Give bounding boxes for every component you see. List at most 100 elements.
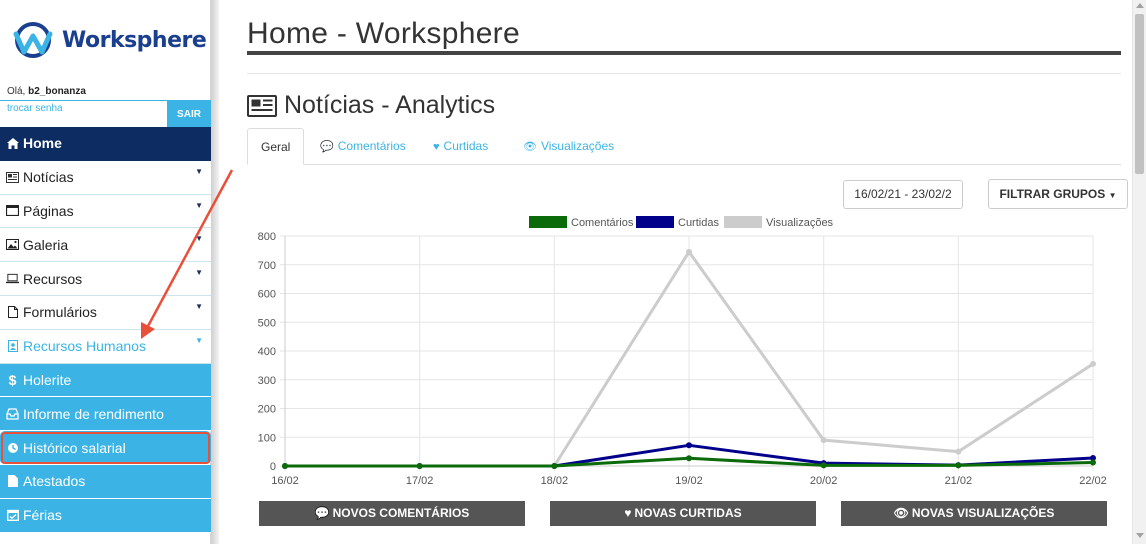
- scroll-down-arrow-icon[interactable]: [1136, 533, 1144, 538]
- sidebar-item-paginas[interactable]: Páginas ▼: [0, 194, 211, 229]
- data-point: [416, 463, 423, 469]
- legend-label: Comentários: [571, 217, 634, 229]
- x-tick-label: 20/02: [810, 475, 838, 487]
- sidebar-item-formularios[interactable]: Formulários ▼: [0, 295, 211, 330]
- brand-logo[interactable]: Worksphere: [10, 14, 207, 66]
- caret-down-icon: ▼: [1108, 191, 1117, 200]
- data-point: [282, 463, 288, 469]
- data-point: [1090, 360, 1096, 367]
- main-content: Home - Worksphere Notícias - Analytics G…: [219, 0, 1132, 544]
- sidebar-item-galeria[interactable]: Galeria ▼: [0, 228, 211, 263]
- sidebar-menu: Home Notícias ▼ Páginas ▼ Galeria ▼ Recu…: [0, 127, 211, 533]
- tab-label: Curtidas: [443, 139, 489, 153]
- new-views-bar[interactable]: 👁 NOVAS VISUALIZAÇÕES: [841, 501, 1107, 526]
- laptop-icon: [6, 272, 19, 285]
- history-icon: [6, 441, 19, 454]
- dollar-icon: $: [8, 371, 17, 388]
- data-point: [955, 462, 962, 469]
- sidebar-item-home[interactable]: Home: [0, 127, 211, 161]
- new-likes-bar[interactable]: ♥ NOVAS CURTIDAS: [550, 501, 816, 526]
- caret-down-icon: ▼: [195, 166, 203, 176]
- page-scrollbar[interactable]: [1132, 0, 1146, 544]
- sidebar-item-historico-salarial[interactable]: Histórico salarial: [0, 431, 211, 465]
- change-password-link[interactable]: trocar senha: [7, 103, 63, 114]
- sidebar-item-label: Holerite: [23, 371, 72, 388]
- x-tick-label: 21/02: [945, 475, 973, 487]
- sidebar-item-label: Galeria: [23, 236, 69, 253]
- document-icon: [6, 475, 19, 488]
- sidebar-item-label: Recursos: [23, 270, 83, 287]
- filter-groups-button[interactable]: FILTRAR GRUPOS ▼: [988, 179, 1128, 209]
- tab-curtidas[interactable]: ♥ Curtidas: [433, 128, 488, 165]
- caret-down-icon: ▼: [195, 200, 203, 210]
- caret-down-icon: ▼: [195, 335, 203, 345]
- sidebar: Worksphere Olá, b2_bonanza trocar senha …: [0, 0, 211, 544]
- data-point: [1090, 459, 1096, 466]
- data-point: [551, 463, 558, 469]
- y-tick-label: 0: [270, 461, 276, 473]
- y-tick-label: 500: [258, 317, 276, 329]
- logout-button[interactable]: SAIR: [167, 101, 211, 128]
- sidebar-item-label: Férias: [23, 507, 62, 524]
- y-tick-label: 100: [258, 432, 276, 444]
- x-tick-label: 19/02: [675, 475, 703, 487]
- stat-label: NOVOS COMENTÁRIOS: [332, 506, 470, 520]
- tab-label: Comentários: [337, 139, 406, 153]
- comment-icon: 💬: [314, 506, 330, 520]
- title-divider: [247, 51, 1121, 55]
- scroll-up-arrow-icon[interactable]: [1136, 3, 1144, 8]
- scrollbar-thumb[interactable]: [1135, 14, 1144, 174]
- data-point: [955, 448, 962, 455]
- sidebar-item-recursos[interactable]: Recursos ▼: [0, 262, 211, 296]
- eye-icon: 👁: [893, 506, 909, 520]
- filter-groups-label: FILTRAR GRUPOS: [999, 187, 1106, 201]
- x-tick-label: 16/02: [271, 475, 299, 487]
- sidebar-item-label: Atestados: [23, 473, 86, 490]
- y-tick-label: 200: [258, 404, 276, 416]
- sidebar-shadow: [211, 0, 219, 544]
- comment-icon: 💬: [320, 141, 334, 153]
- sidebar-item-label: Páginas: [23, 202, 74, 219]
- tab-visualizacoes[interactable]: 👁 Visualizações: [523, 128, 614, 165]
- image-icon: [6, 238, 19, 251]
- y-tick-label: 800: [258, 231, 276, 243]
- heart-icon: ♥: [433, 141, 440, 153]
- user-box: trocar senha SAIR: [0, 100, 211, 128]
- tab-comentarios[interactable]: 💬 Comentários: [320, 128, 406, 165]
- file-icon: [6, 306, 19, 319]
- calendar-check-icon: [6, 509, 19, 522]
- tab-label: Geral: [261, 140, 291, 154]
- caret-down-icon: ▼: [195, 234, 203, 244]
- sidebar-item-atestados[interactable]: Atestados: [0, 464, 211, 499]
- sidebar-item-recursos-humanos[interactable]: Recursos Humanos ▼: [0, 329, 211, 364]
- username: b2_bonanza: [28, 86, 86, 97]
- section-divider: [247, 73, 1121, 74]
- analytics-line-chart: 0 100 200 300 400 500 600 700 800 16/02 17/02 18/02…: [258, 216, 1107, 487]
- analytics-tabs: Geral 💬 Comentários ♥ Curtidas 👁 Visualizaç…: [247, 128, 1121, 165]
- x-tick-label: 18/02: [541, 475, 569, 487]
- inbox-icon: [6, 407, 19, 420]
- legend-swatch: [724, 216, 762, 228]
- home-icon: [6, 137, 19, 150]
- id-badge-icon: [6, 340, 19, 353]
- new-comments-bar[interactable]: 💬 NOVOS COMENTÁRIOS: [259, 501, 525, 526]
- sidebar-item-label: Informe de rendimento: [23, 405, 164, 422]
- section-title-text: Notícias - Analytics: [284, 91, 496, 119]
- sidebar-item-noticias[interactable]: Notícias ▼: [0, 160, 211, 195]
- sidebar-item-label: Histórico salarial: [23, 439, 126, 456]
- legend-label: Curtidas: [678, 217, 719, 229]
- greeting-text: Olá,: [7, 86, 29, 97]
- legend-swatch: [636, 216, 674, 228]
- y-tick-label: 300: [258, 375, 276, 387]
- tab-geral[interactable]: Geral: [247, 128, 305, 165]
- legend-label: Visualizações: [766, 217, 834, 229]
- date-range-input[interactable]: 16/02/21 - 23/02/2: [843, 180, 963, 209]
- sidebar-item-holerite[interactable]: $ Holerite: [0, 363, 211, 398]
- section-title: Notícias - Analytics: [247, 91, 495, 120]
- sidebar-item-ferias[interactable]: Férias: [0, 498, 211, 533]
- window-icon: [6, 204, 19, 217]
- eye-icon: 👁: [523, 141, 537, 153]
- y-tick-label: 700: [258, 260, 276, 272]
- newspaper-icon: [6, 171, 19, 184]
- sidebar-item-informe-de-rendimento[interactable]: Informe de rendimento: [0, 397, 211, 432]
